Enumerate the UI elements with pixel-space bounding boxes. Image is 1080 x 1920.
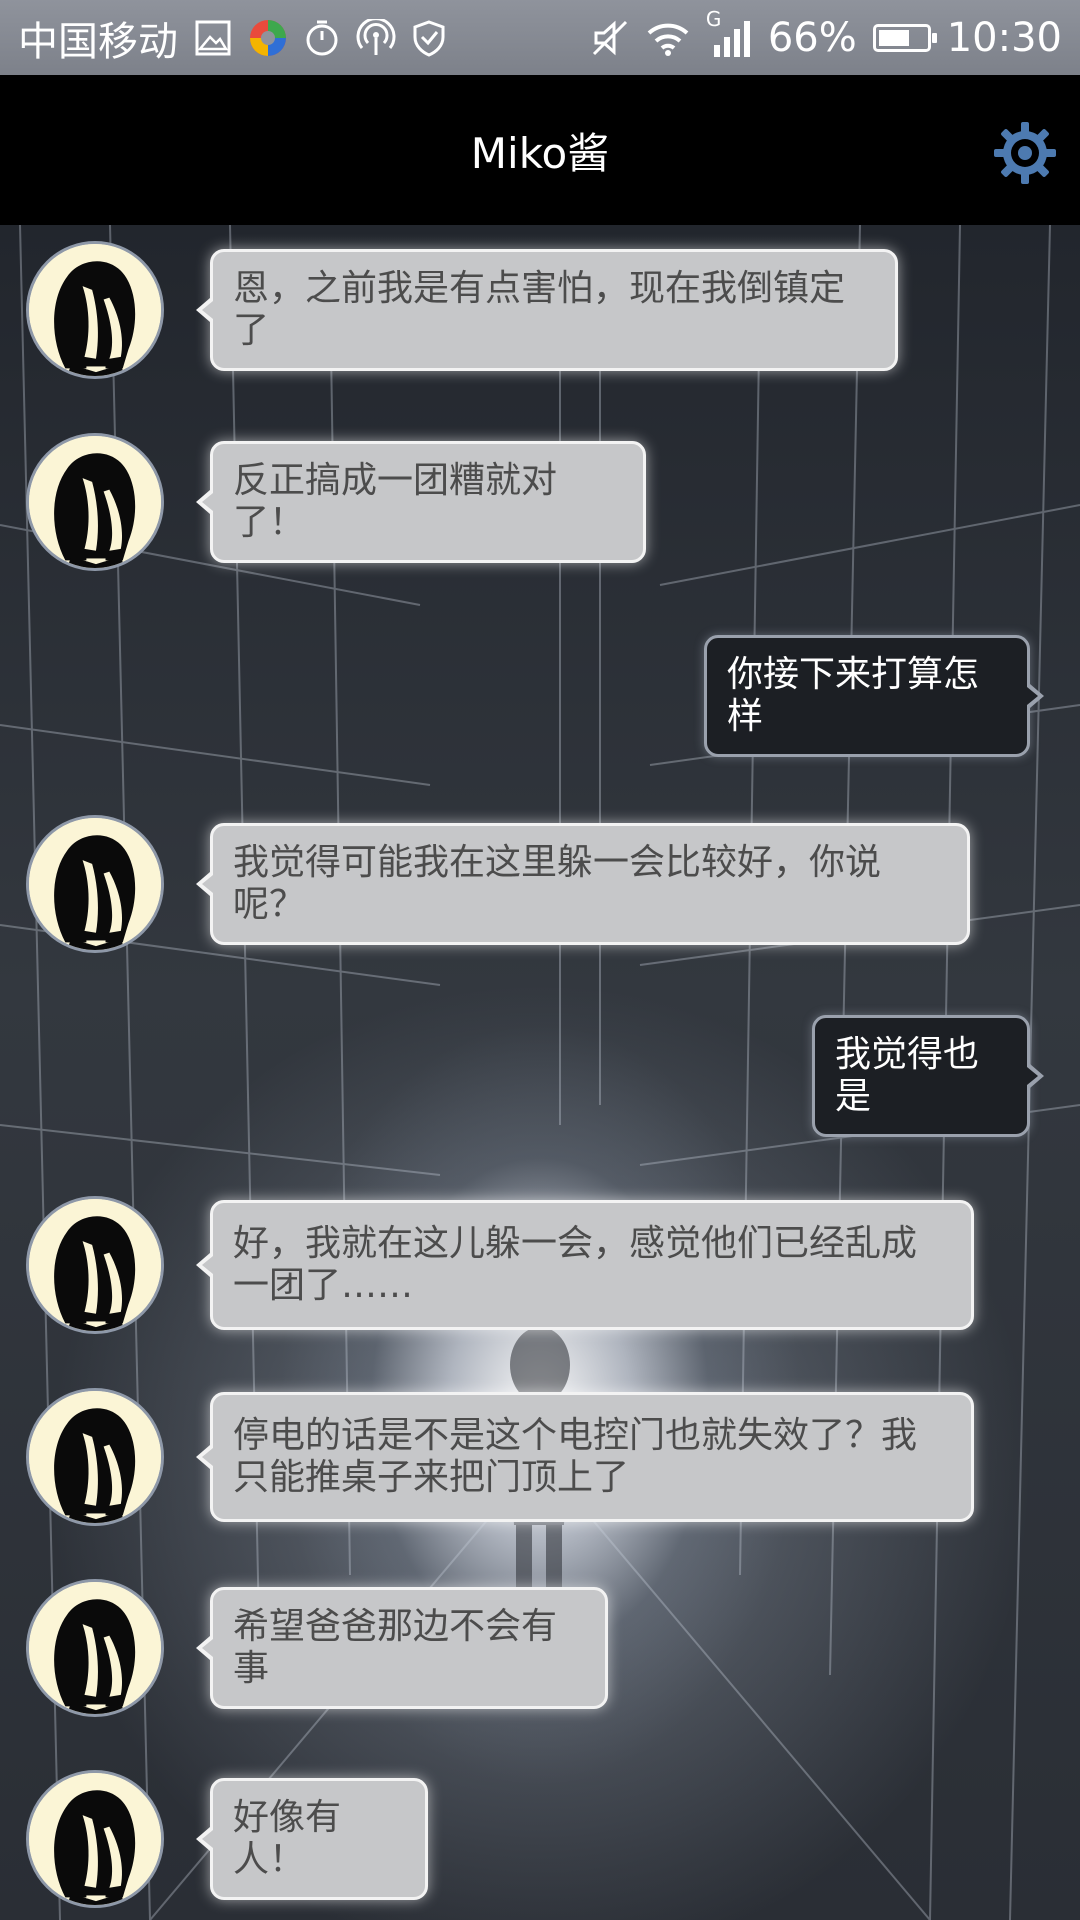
carrier-label: 中国移动 [18,19,178,65]
clock: 10:30 [946,15,1062,61]
avatar[interactable] [26,1579,164,1717]
message-row: 恩，之前我是有点害怕，现在我倒镇定了 [0,241,1080,379]
avatar[interactable] [26,1770,164,1908]
incoming-message-bubble[interactable]: 好，我就在这儿躲一会，感觉他们已经乱成一团了…… [196,1200,974,1330]
status-right: G 66% 10:30 [590,7,1062,62]
avatar[interactable] [26,815,164,953]
battery-fill [878,30,910,46]
message-row: 我觉得也是 [0,1015,1080,1137]
outgoing-message-bubble[interactable]: 你接下来打算怎样 [704,635,1044,757]
incoming-message-bubble[interactable]: 好像有人！ [196,1778,428,1900]
hotspot-icon [356,19,396,55]
message-row: 停电的话是不是这个电控门也就失效了？我只能推桌子来把门顶上了 [0,1388,1080,1526]
colorful-app-icon [250,20,286,56]
avatar[interactable] [26,1196,164,1334]
message-row: 反正搞成一团糟就对了！ [0,433,1080,571]
avatar[interactable] [26,433,164,571]
stopwatch-icon [306,20,338,56]
message-row: 希望爸爸那边不会有事 [0,1579,1080,1717]
chat-header: Miko酱 [0,75,1080,225]
signal-icon: G [706,7,752,59]
chat-area[interactable]: 恩，之前我是有点害怕，现在我倒镇定了 反正搞成一团糟就对了！ 你接下来打算怎样 我… [0,225,1080,1920]
message-row: 你接下来打算怎样 [0,635,1080,757]
battery-percent: 66% [767,15,857,61]
avatar[interactable] [26,1388,164,1526]
message-row: 好，我就在这儿躲一会，感觉他们已经乱成一团了…… [0,1196,1080,1334]
message-row: 我觉得可能我在这里躲一会比较好，你说呢？ [0,815,1080,953]
battery-icon [872,24,937,52]
gallery-icon [195,20,231,56]
wifi-icon [647,23,689,56]
mute-icon [592,20,627,56]
incoming-message-bubble[interactable]: 停电的话是不是这个电控门也就失效了？我只能推桌子来把门顶上了 [196,1392,974,1522]
outgoing-message-bubble[interactable]: 我觉得也是 [812,1015,1044,1137]
avatar[interactable] [26,241,164,379]
incoming-message-bubble[interactable]: 我觉得可能我在这里躲一会比较好，你说呢？ [196,823,970,945]
settings-button[interactable] [992,120,1058,186]
status-left: 中国移动 [18,14,446,65]
incoming-message-bubble[interactable]: 恩，之前我是有点害怕，现在我倒镇定了 [196,249,898,371]
message-row: 好像有人！ [0,1770,1080,1908]
incoming-message-bubble[interactable]: 希望爸爸那边不会有事 [196,1587,608,1709]
gear-icon [994,122,1056,184]
shield-icon [413,20,445,57]
chat-title: Miko酱 [470,129,610,178]
incoming-message-bubble[interactable]: 反正搞成一团糟就对了！ [196,441,646,563]
status-bar: 中国移动 G 66% 10:30 [0,0,1080,75]
